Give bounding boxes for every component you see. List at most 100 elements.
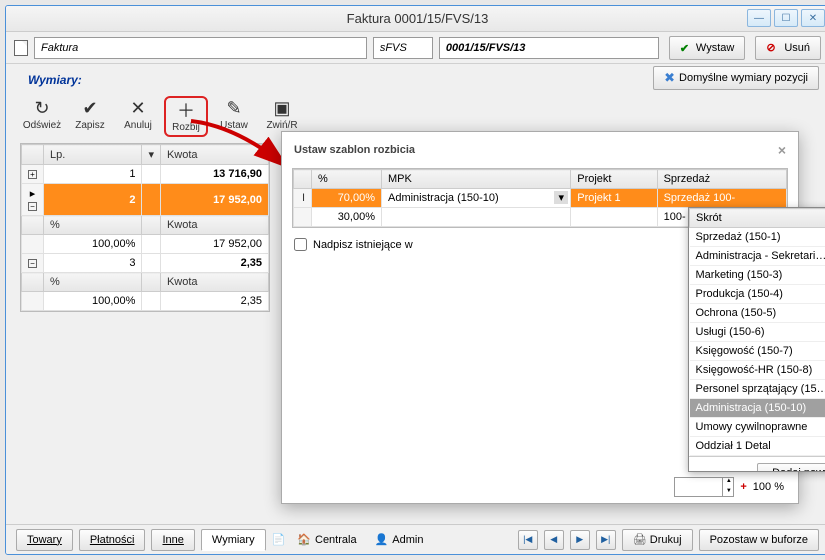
col-pct[interactable]: % <box>312 170 382 189</box>
doc-prefix-input[interactable] <box>373 37 433 59</box>
default-dimensions-button[interactable]: ✖ Domyślne wymiary pozycji <box>653 66 819 90</box>
table-row[interactable]: I 70,00% Administracja (150-10) ▾ Projek… <box>294 189 787 208</box>
col-mpk[interactable]: MPK <box>382 170 571 189</box>
dialog-title-text: Ustaw szablon rozbicia <box>294 144 415 156</box>
window-title: Faktura 0001/15/FVS/13 <box>347 11 489 26</box>
issue-label: Wystaw <box>696 42 734 54</box>
document-header-toolbar: ✔ Wystaw ⊘ Usuń <box>6 32 825 64</box>
overwrite-checkbox[interactable] <box>294 238 307 251</box>
cancel-button[interactable]: ✕ Anuluj <box>116 96 160 137</box>
dropdown-toggle[interactable]: ▾ <box>554 191 568 204</box>
collapse-icon[interactable]: − <box>28 202 37 211</box>
delete-label: Usuń <box>784 42 810 54</box>
dropdown-item[interactable]: Umowy cywilnoprawneUmowy cywilnoprawne <box>690 418 825 437</box>
grid-header-row: Lp. ▾ Kwota <box>22 145 269 165</box>
pct-plus-icon: + <box>740 481 746 493</box>
col-projekt[interactable]: Projekt <box>571 170 657 189</box>
table-row[interactable]: ▸− 2 17 952,00 <box>22 184 269 216</box>
detail-header-row: % Kwota <box>22 273 269 292</box>
branch-indicator[interactable]: 🏠 Centrala <box>291 533 362 546</box>
pct-spinner[interactable]: ▲▼ <box>674 477 734 497</box>
wrench-icon: ✖ <box>664 70 675 86</box>
col-kwota[interactable]: Kwota <box>160 145 268 165</box>
detail-row[interactable]: 100,00% 2,35 <box>22 292 269 311</box>
dropdown-item[interactable]: Produkcja (150-4)Produkcja <box>690 285 825 304</box>
dropdown-item[interactable]: Administracja (150-10)Administracja <box>690 399 825 418</box>
doc-number-input[interactable] <box>439 37 659 59</box>
maximize-button[interactable]: ☐ <box>774 9 798 27</box>
split-template-dialog: Ustaw szablon rozbicia × % MPK Projekt S… <box>281 131 799 504</box>
mpk-dropdown[interactable]: Skrót Nazwa Sprzedaż (150-1)SprzedażAdmi… <box>688 207 825 472</box>
nav-last[interactable]: ▶| <box>596 530 616 550</box>
print-button[interactable]: 🖨 Drukuj <box>622 529 693 551</box>
house-icon: 🏠 <box>297 533 311 546</box>
dropdown-footer: Dodaj nowy Wyczyść <box>689 456 825 472</box>
user-indicator[interactable]: 👤 Admin <box>369 533 430 546</box>
dialog-titlebar: Ustaw szablon rozbicia × <box>282 132 798 168</box>
positions-grid[interactable]: Lp. ▾ Kwota + 1 13 716,90 ▸− 2 17 952,00… <box>20 143 270 312</box>
delete-button[interactable]: ⊘ Usuń <box>755 36 821 60</box>
document-icon <box>14 40 28 56</box>
check-icon: ✔ <box>680 42 692 54</box>
expand-icon[interactable]: + <box>28 170 37 179</box>
plus-icon: ＋ <box>177 100 195 120</box>
main-window: Faktura 0001/15/FVS/13 — ☐ ✕ ✔ Wystaw ⊘ … <box>5 5 825 555</box>
tab-towary[interactable]: Towary <box>16 529 73 551</box>
collapse-icon[interactable]: − <box>28 259 37 268</box>
spin-up[interactable]: ▲ <box>722 477 734 487</box>
grid-header-row: % MPK Projekt Sprzedaż <box>294 170 787 189</box>
col-lp[interactable]: Lp. <box>44 145 142 165</box>
dialog-close-button[interactable]: × <box>778 142 786 158</box>
dropdown-item[interactable]: Personel sprzątający (15…Personel sprząt… <box>690 380 825 399</box>
dropdown-item[interactable]: Marketing (150-3)Marketing <box>690 266 825 285</box>
cancel-x-icon: ✕ <box>130 98 145 118</box>
dropdown-item[interactable]: Administracja - Sekretari…Administracja … <box>690 247 825 266</box>
stack-icon: ▣ <box>273 98 290 118</box>
dropdown-item[interactable]: Sprzedaż (150-1)Sprzedaż <box>690 228 825 247</box>
titlebar: Faktura 0001/15/FVS/13 — ☐ ✕ <box>6 6 825 32</box>
refresh-button[interactable]: ↻ Odśwież <box>20 96 64 137</box>
col-sprzedaz[interactable]: Sprzedaż <box>657 170 786 189</box>
dropdown-item[interactable]: Oddział 1 DetalOddział 1 Detal <box>690 437 825 456</box>
dropdown-item[interactable]: Księgowość-HR (150-8)Księgowość-HR <box>690 361 825 380</box>
minimize-button[interactable]: — <box>747 9 771 27</box>
default-dimensions-label: Domyślne wymiary pozycji <box>679 72 808 84</box>
add-new-button[interactable]: Dodaj nowy <box>757 463 825 472</box>
notes-icon[interactable]: 📄 <box>272 533 286 546</box>
set-button[interactable]: ✎ Ustaw <box>212 96 256 137</box>
total-row: ▲▼ + 100 % <box>282 471 798 503</box>
split-button[interactable]: ＋ Rozbij <box>164 96 208 137</box>
table-row[interactable]: − 3 2,35 <box>22 254 269 273</box>
doc-type-input[interactable] <box>34 37 367 59</box>
tab-platnosci[interactable]: Płatności <box>79 529 146 551</box>
dropdown-item[interactable]: Usługi (150-6)Usługi <box>690 323 825 342</box>
section-header: Wymiary: ✖ Domyślne wymiary pozycji <box>6 64 825 96</box>
dropdown-header: Skrót Nazwa <box>690 209 825 228</box>
dropdown-item[interactable]: Ochrona (150-5)Ochrona <box>690 304 825 323</box>
close-button[interactable]: ✕ <box>801 9 825 27</box>
user-icon: 👤 <box>375 533 389 546</box>
nav-prev[interactable]: ◀ <box>544 530 564 550</box>
spin-down[interactable]: ▼ <box>722 487 734 497</box>
tab-wymiary[interactable]: Wymiary <box>201 529 266 551</box>
detail-header-row: % Kwota <box>22 216 269 235</box>
section-title: Wymiary: <box>16 67 94 89</box>
buffer-button[interactable]: Pozostaw w buforze <box>699 529 819 551</box>
dropdown-item[interactable]: Księgowość (150-7)Księgowość <box>690 342 825 361</box>
save-button[interactable]: ✔ Zapisz <box>68 96 112 137</box>
overwrite-label: Nadpisz istniejące w <box>313 239 413 251</box>
nav-first[interactable]: |◀ <box>518 530 538 550</box>
window-controls: — ☐ ✕ <box>747 9 825 27</box>
nav-next[interactable]: ▶ <box>570 530 590 550</box>
issue-button[interactable]: ✔ Wystaw <box>669 36 745 60</box>
refresh-icon: ↻ <box>34 98 49 118</box>
save-checkmark-icon: ✔ <box>82 98 97 118</box>
table-row[interactable]: + 1 13 716,90 <box>22 165 269 184</box>
tab-inne[interactable]: Inne <box>151 529 194 551</box>
delete-icon: ⊘ <box>766 41 780 55</box>
total-label: 100 % <box>753 481 784 493</box>
edit-icon: ✎ <box>226 98 241 118</box>
col-skrot: Skrót <box>690 209 825 228</box>
detail-row[interactable]: 100,00% 17 952,00 <box>22 235 269 254</box>
printer-icon: 🖨 <box>633 534 647 546</box>
